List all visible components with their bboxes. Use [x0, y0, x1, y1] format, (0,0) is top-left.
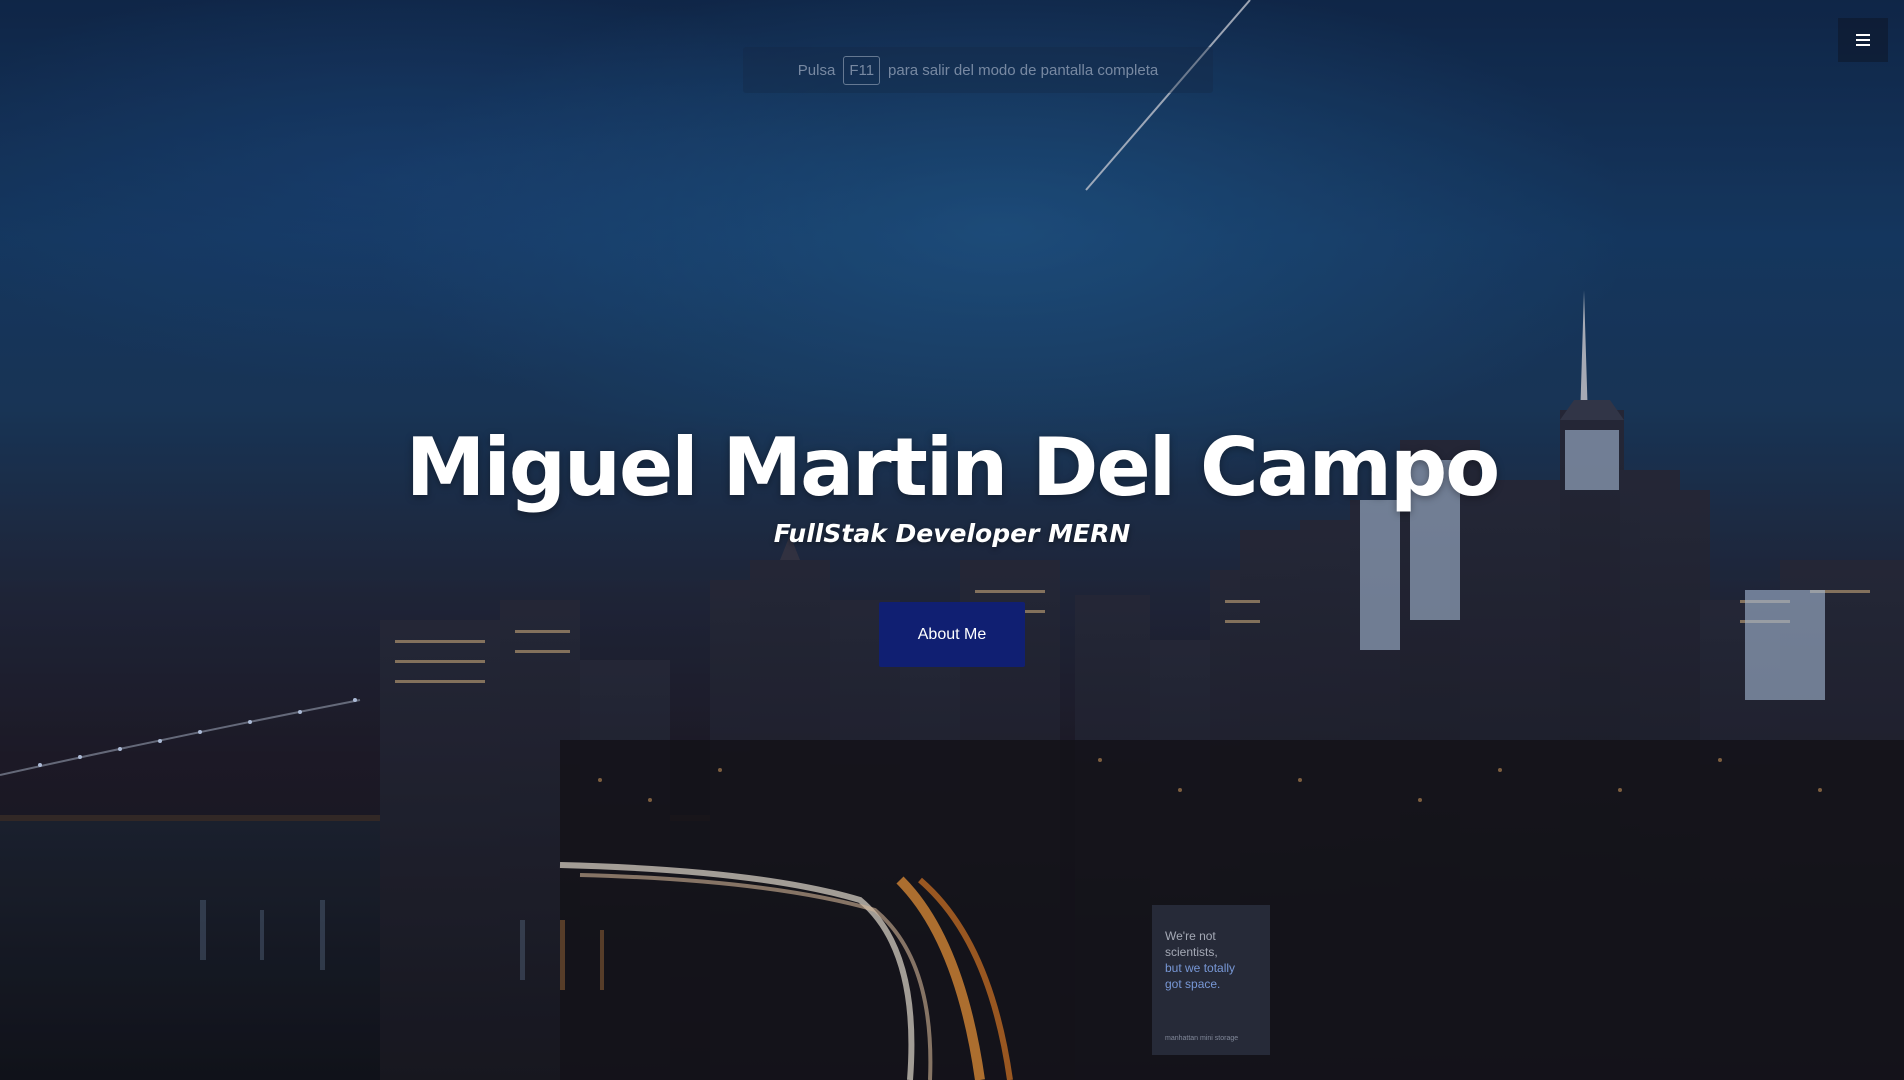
fullscreen-notice: Pulsa F11 para salir del modo de pantall…: [743, 47, 1213, 93]
hamburger-menu-icon-bar: [1856, 44, 1870, 46]
fullscreen-notice-suffix: para salir del modo de pantalla completa: [888, 61, 1159, 79]
hero-title: Miguel Martin Del Campo: [405, 421, 1501, 514]
hero-content: Miguel Martin Del Campo FullStak Develop…: [0, 420, 1904, 552]
hamburger-menu-icon: [1856, 34, 1870, 36]
hero-section: We're not scientists, but we totally got…: [0, 0, 1904, 1080]
about-me-button[interactable]: About Me: [879, 602, 1025, 667]
fullscreen-notice-prefix: Pulsa: [797, 61, 836, 79]
hero-subtitle: FullStak Developer MERN: [773, 519, 1131, 548]
f11-key: F11: [843, 55, 881, 85]
hamburger-menu-icon-bar: [1856, 39, 1870, 41]
menu-button[interactable]: [1838, 18, 1888, 62]
